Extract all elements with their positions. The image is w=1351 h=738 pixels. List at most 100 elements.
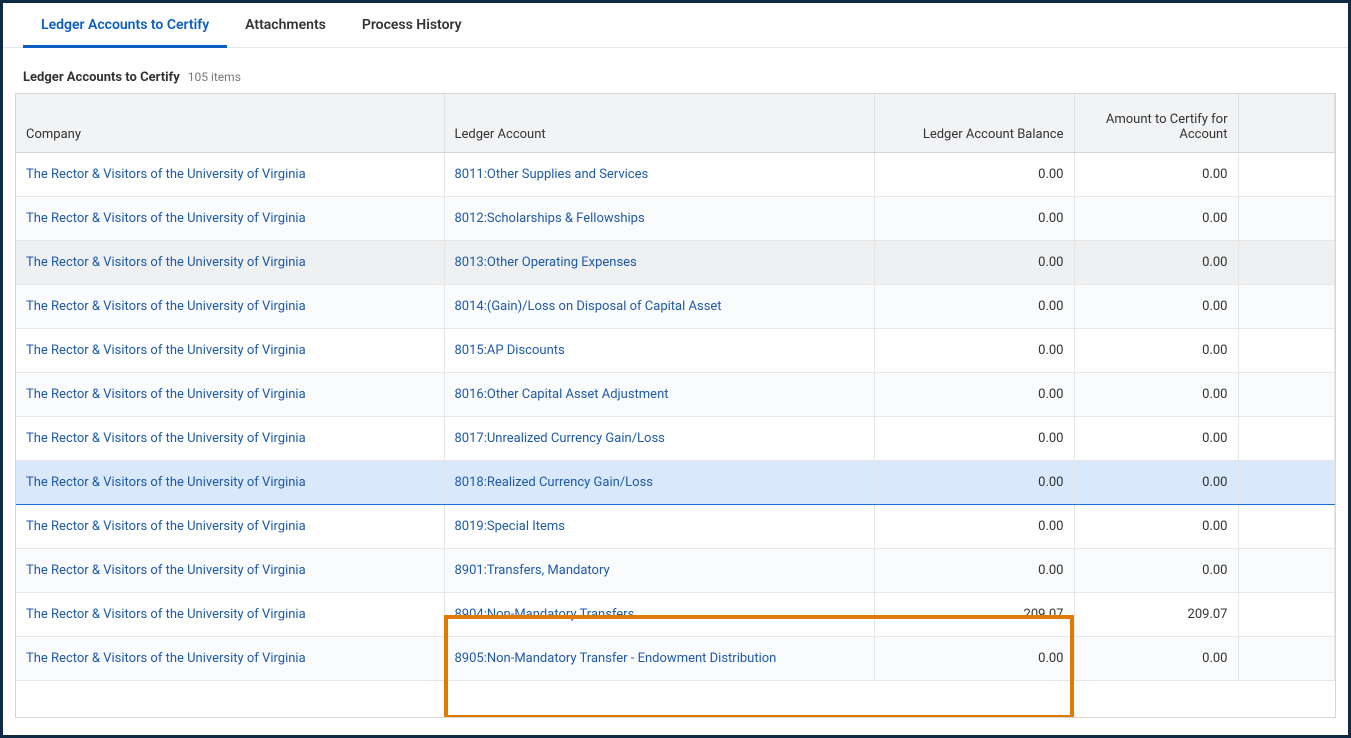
cell-ledger-account: 8905:Non-Mandatory Transfer - Endowment … (444, 637, 874, 681)
cell-balance: 0.00 (874, 241, 1074, 285)
company-link[interactable]: The Rector & Visitors of the University … (26, 607, 306, 622)
cell-ledger-account: 8014:(Gain)/Loss on Disposal of Capital … (444, 285, 874, 329)
company-link[interactable]: The Rector & Visitors of the University … (26, 475, 306, 490)
cell-ledger-account: 8904:Non-Mandatory Transfers (444, 593, 874, 637)
company-link[interactable]: The Rector & Visitors of the University … (26, 343, 306, 358)
cell-blank (1238, 637, 1335, 681)
table-row[interactable]: The Rector & Visitors of the University … (16, 197, 1335, 241)
cell-company: The Rector & Visitors of the University … (16, 417, 444, 461)
cell-company: The Rector & Visitors of the University … (16, 373, 444, 417)
cell-balance: 0.00 (874, 637, 1074, 681)
col-header-ledger-account[interactable]: Ledger Account (444, 94, 874, 153)
cell-amount: 0.00 (1074, 637, 1238, 681)
cell-blank (1238, 197, 1335, 241)
ledger-account-link[interactable]: 8011:Other Supplies and Services (455, 167, 649, 182)
ledger-account-link[interactable]: 8016:Other Capital Asset Adjustment (455, 387, 669, 402)
table-row[interactable]: The Rector & Visitors of the University … (16, 241, 1335, 285)
ledger-account-link[interactable]: 8014:(Gain)/Loss on Disposal of Capital … (455, 299, 722, 314)
tabs-bar: Ledger Accounts to Certify Attachments P… (3, 3, 1348, 48)
table-row[interactable]: The Rector & Visitors of the University … (16, 153, 1335, 197)
table-row[interactable]: The Rector & Visitors of the University … (16, 285, 1335, 329)
ledger-account-link[interactable]: 8017:Unrealized Currency Gain/Loss (455, 431, 665, 446)
cell-blank (1238, 505, 1335, 549)
cell-company: The Rector & Visitors of the University … (16, 505, 444, 549)
cell-balance: 0.00 (874, 197, 1074, 241)
cell-balance: 0.00 (874, 285, 1074, 329)
col-header-balance[interactable]: Ledger Account Balance (874, 94, 1074, 153)
ledger-accounts-table: Company Ledger Account Ledger Account Ba… (16, 94, 1335, 681)
cell-amount: 0.00 (1074, 153, 1238, 197)
table-row[interactable]: The Rector & Visitors of the University … (16, 505, 1335, 549)
cell-amount: 0.00 (1074, 417, 1238, 461)
cell-balance: 0.00 (874, 373, 1074, 417)
cell-amount: 209.07 (1074, 593, 1238, 637)
cell-balance: 0.00 (874, 505, 1074, 549)
company-link[interactable]: The Rector & Visitors of the University … (26, 431, 306, 446)
table-row[interactable]: The Rector & Visitors of the University … (16, 329, 1335, 373)
company-link[interactable]: The Rector & Visitors of the University … (26, 387, 306, 402)
cell-balance: 0.00 (874, 417, 1074, 461)
cell-amount: 0.00 (1074, 285, 1238, 329)
table-row[interactable]: The Rector & Visitors of the University … (16, 549, 1335, 593)
cell-balance: 0.00 (874, 153, 1074, 197)
cell-amount: 0.00 (1074, 373, 1238, 417)
cell-blank (1238, 241, 1335, 285)
cell-ledger-account: 8019:Special Items (444, 505, 874, 549)
ledger-account-link[interactable]: 8904:Non-Mandatory Transfers (455, 607, 635, 622)
cell-company: The Rector & Visitors of the University … (16, 329, 444, 373)
company-link[interactable]: The Rector & Visitors of the University … (26, 651, 306, 666)
table-container: Company Ledger Account Ledger Account Ba… (15, 93, 1336, 718)
cell-amount: 0.00 (1074, 461, 1238, 505)
cell-balance: 209.07 (874, 593, 1074, 637)
ledger-account-link[interactable]: 8012:Scholarships & Fellowships (455, 211, 645, 226)
cell-company: The Rector & Visitors of the University … (16, 549, 444, 593)
cell-amount: 0.00 (1074, 505, 1238, 549)
cell-blank (1238, 373, 1335, 417)
cell-amount: 0.00 (1074, 241, 1238, 285)
company-link[interactable]: The Rector & Visitors of the University … (26, 563, 306, 578)
company-link[interactable]: The Rector & Visitors of the University … (26, 299, 306, 314)
company-link[interactable]: The Rector & Visitors of the University … (26, 167, 306, 182)
ledger-account-link[interactable]: 8905:Non-Mandatory Transfer - Endowment … (455, 651, 777, 666)
cell-company: The Rector & Visitors of the University … (16, 285, 444, 329)
ledger-account-link[interactable]: 8019:Special Items (455, 519, 566, 534)
tab-attachments[interactable]: Attachments (227, 3, 344, 47)
cell-company: The Rector & Visitors of the University … (16, 461, 444, 505)
table-header-row: Ledger Accounts to Certify 105 items (3, 48, 1348, 93)
cell-ledger-account: 8011:Other Supplies and Services (444, 153, 874, 197)
cell-balance: 0.00 (874, 461, 1074, 505)
cell-ledger-account: 8013:Other Operating Expenses (444, 241, 874, 285)
cell-blank (1238, 461, 1335, 505)
cell-balance: 0.00 (874, 329, 1074, 373)
table-row[interactable]: The Rector & Visitors of the University … (16, 461, 1335, 505)
tab-process-history[interactable]: Process History (344, 3, 480, 47)
tab-ledger-accounts[interactable]: Ledger Accounts to Certify (23, 3, 227, 47)
cell-amount: 0.00 (1074, 549, 1238, 593)
col-header-company[interactable]: Company (16, 94, 444, 153)
ledger-account-link[interactable]: 8015:AP Discounts (455, 343, 565, 358)
company-link[interactable]: The Rector & Visitors of the University … (26, 519, 306, 534)
ledger-account-link[interactable]: 8018:Realized Currency Gain/Loss (455, 475, 654, 490)
company-link[interactable]: The Rector & Visitors of the University … (26, 255, 306, 270)
col-header-amount[interactable]: Amount to Certify for Account (1074, 94, 1238, 153)
cell-company: The Rector & Visitors of the University … (16, 593, 444, 637)
company-link[interactable]: The Rector & Visitors of the University … (26, 211, 306, 226)
cell-blank (1238, 549, 1335, 593)
cell-ledger-account: 8015:AP Discounts (444, 329, 874, 373)
table-row[interactable]: The Rector & Visitors of the University … (16, 417, 1335, 461)
cell-blank (1238, 593, 1335, 637)
cell-ledger-account: 8901:Transfers, Mandatory (444, 549, 874, 593)
cell-company: The Rector & Visitors of the University … (16, 637, 444, 681)
table-row[interactable]: The Rector & Visitors of the University … (16, 373, 1335, 417)
cell-blank (1238, 153, 1335, 197)
cell-balance: 0.00 (874, 549, 1074, 593)
ledger-account-link[interactable]: 8901:Transfers, Mandatory (455, 563, 610, 578)
table-title: Ledger Accounts to Certify (23, 70, 180, 85)
table-row[interactable]: The Rector & Visitors of the University … (16, 593, 1335, 637)
cell-ledger-account: 8012:Scholarships & Fellowships (444, 197, 874, 241)
ledger-account-link[interactable]: 8013:Other Operating Expenses (455, 255, 637, 270)
cell-blank (1238, 329, 1335, 373)
cell-amount: 0.00 (1074, 329, 1238, 373)
table-row[interactable]: The Rector & Visitors of the University … (16, 637, 1335, 681)
cell-ledger-account: 8018:Realized Currency Gain/Loss (444, 461, 874, 505)
